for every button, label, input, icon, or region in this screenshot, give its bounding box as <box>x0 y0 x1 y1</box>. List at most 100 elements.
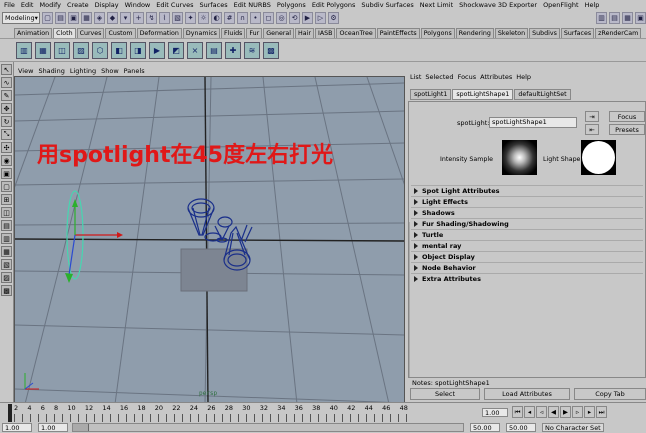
step-back-icon[interactable]: ◂ <box>524 406 535 418</box>
shelf-tab-zrendercam[interactable]: zRenderCam <box>595 28 642 38</box>
go-end-icon[interactable]: ⏭ <box>596 406 607 418</box>
cloth-property-icon[interactable]: ▤ <box>206 41 222 59</box>
history-icon[interactable]: ⟲ <box>289 12 300 24</box>
new-scene-icon[interactable]: ▢ <box>42 12 53 24</box>
save-scene-icon[interactable]: ▣ <box>68 12 79 24</box>
shelf-tab-surfaces[interactable]: Surfaces <box>560 28 595 38</box>
panel-menu-show[interactable]: Show <box>101 67 119 75</box>
shelf-tab-polygons[interactable]: Polygons <box>420 28 455 38</box>
menu-item-modify[interactable]: Modify <box>39 1 61 9</box>
mask-icon[interactable]: ▾ <box>120 12 131 24</box>
shelf-tab-fluids[interactable]: Fluids <box>220 28 246 38</box>
current-frame-field[interactable]: 1.00 <box>482 408 508 417</box>
load-attributes-button[interactable]: Load Attributes <box>484 388 570 400</box>
go-start-icon[interactable]: ⏮ <box>512 406 523 418</box>
cloth-panel-icon[interactable]: ▦ <box>35 41 51 59</box>
shelf-tab-rendering[interactable]: Rendering <box>455 28 494 38</box>
snap-point-icon[interactable]: • <box>250 12 261 24</box>
cloth-delete-icon[interactable]: ⨯ <box>187 41 203 59</box>
cloth-cache-icon[interactable]: ◩ <box>168 41 184 59</box>
cloth-solver-icon[interactable]: ◨ <box>130 41 146 59</box>
layout-outliner-icon[interactable]: ▤ <box>1 220 12 231</box>
shelf-tab-oceantree[interactable]: OceanTree <box>336 28 376 38</box>
panel-menu-lighting[interactable]: Lighting <box>70 67 96 75</box>
perspective-viewport[interactable]: 用spotlight在45度左右打光 persp <box>14 76 405 403</box>
cloth-transform-icon[interactable]: ✚ <box>225 41 241 59</box>
shelf-tab-iasb[interactable]: IASB <box>314 28 336 38</box>
attr-menu-attributes[interactable]: Attributes <box>480 73 512 81</box>
toggle-attr-editor-icon[interactable]: ▥ <box>596 12 607 24</box>
range-handle[interactable] <box>73 424 89 431</box>
render-icon[interactable]: ◐ <box>211 12 222 24</box>
focus-output-icon[interactable]: ⇤ <box>585 124 599 135</box>
menu-item-help[interactable]: Help <box>585 1 600 9</box>
paint-select-icon[interactable]: ✎ <box>1 90 12 101</box>
time-slider[interactable]: 2 4 6 8 10 12 14 16 18 20 22 24 26 28 30 32 34 36 38 40 42 44… <box>0 402 646 422</box>
lasso-tool-icon[interactable]: ∿ <box>1 77 12 88</box>
cloth-mesh-icon[interactable]: ▩ <box>263 41 279 59</box>
menu-item-next-limit[interactable]: Next Limit <box>420 1 453 9</box>
shelf-tab-dynamics[interactable]: Dynamics <box>182 28 220 38</box>
panel-menu-panels[interactable]: Panels <box>124 67 145 75</box>
mode-select[interactable]: Modeling ▾ <box>2 12 40 24</box>
menu-item-subdiv-surfaces[interactable]: Subdiv Surfaces <box>361 1 413 9</box>
menu-item-polygons[interactable]: Polygons <box>277 1 306 9</box>
menu-item-file[interactable]: File <box>4 1 15 9</box>
surface-icon[interactable]: ▧ <box>172 12 183 24</box>
shelf-tab-animation[interactable]: Animation <box>14 28 53 38</box>
menu-item-edit-curves[interactable]: Edit Curves <box>156 1 193 9</box>
key-forward-icon[interactable]: ▹ <box>572 406 583 418</box>
shelf-tab-cloth[interactable]: Cloth <box>53 28 76 38</box>
select-tool-icon[interactable]: ↖ <box>1 64 12 75</box>
select-object-icon[interactable]: ◈ <box>94 12 105 24</box>
key-back-icon[interactable]: ◃ <box>536 406 547 418</box>
last-tool-icon[interactable]: ▣ <box>1 168 12 179</box>
attr-menu-list[interactable]: List <box>410 73 421 81</box>
range-track[interactable] <box>72 423 464 432</box>
range-start-field[interactable]: 1.00 <box>38 423 68 432</box>
node-name-field[interactable]: spotLightShape1 <box>489 117 577 128</box>
character-set-select[interactable]: No Character Set <box>542 423 604 432</box>
live-icon[interactable]: ◎ <box>276 12 287 24</box>
deformer-icon[interactable]: ✦ <box>185 12 196 24</box>
move-tool-icon[interactable]: ✥ <box>1 103 12 114</box>
snap-grid-icon[interactable]: # <box>224 12 235 24</box>
dynamics-icon[interactable]: ☼ <box>198 12 209 24</box>
shelf-tab-skeleton[interactable]: Skeleton <box>494 28 529 38</box>
attr-tab-spotlight1[interactable]: spotLight1 <box>410 89 452 100</box>
copy-tab-button[interactable]: Copy Tab <box>574 388 646 400</box>
layout-render-icon[interactable]: ▧ <box>1 259 12 270</box>
layout-hyper-icon[interactable]: ▦ <box>1 246 12 257</box>
select-component-icon[interactable]: ◆ <box>107 12 118 24</box>
layout-two-icon[interactable]: ◫ <box>1 207 12 218</box>
focus-input-icon[interactable]: ⇥ <box>585 111 599 122</box>
render-frame-icon[interactable]: ▶ <box>302 12 313 24</box>
cloth-seam-icon[interactable]: ▨ <box>73 41 89 59</box>
current-time-marker[interactable] <box>8 404 12 422</box>
attr-menu-focus[interactable]: Focus <box>458 73 477 81</box>
menu-item-display[interactable]: Display <box>95 1 119 9</box>
shelf-tab-custom[interactable]: Custom <box>105 28 136 38</box>
shelf-tab-subdivs[interactable]: Subdivs <box>529 28 560 38</box>
menu-item-create[interactable]: Create <box>67 1 89 9</box>
cloth-constraint-icon[interactable]: ◧ <box>111 41 127 59</box>
end-time-field[interactable]: 50.00 <box>506 423 536 432</box>
shelf-tab-deformation[interactable]: Deformation <box>136 28 182 38</box>
menu-item-edit-polygons[interactable]: Edit Polygons <box>312 1 356 9</box>
attr-menu-help[interactable]: Help <box>516 73 531 81</box>
menu-item-edit[interactable]: Edit <box>21 1 34 9</box>
presets-button[interactable]: Presets <box>609 124 645 135</box>
menu-item-openflight[interactable]: OpenFlight <box>543 1 579 9</box>
menu-item-window[interactable]: Window <box>125 1 151 9</box>
shelf-tab-fur[interactable]: Fur <box>246 28 263 38</box>
layout-custom-icon[interactable]: ▨ <box>1 272 12 283</box>
attr-section-light-effects[interactable]: Light Effects <box>411 196 643 207</box>
snap-curve-icon[interactable]: ∩ <box>237 12 248 24</box>
shelf-tab-curves[interactable]: Curves <box>76 28 105 38</box>
menu-item-edit-nurbs[interactable]: Edit NURBS <box>234 1 271 9</box>
focus-button[interactable]: Focus <box>609 111 645 122</box>
render-globals-icon[interactable]: ⚙ <box>328 12 339 24</box>
scale-tool-icon[interactable]: ⤡ <box>1 129 12 140</box>
play-forward-icon[interactable]: ▶ <box>560 406 571 418</box>
start-time-field[interactable]: 1.00 <box>2 423 32 432</box>
